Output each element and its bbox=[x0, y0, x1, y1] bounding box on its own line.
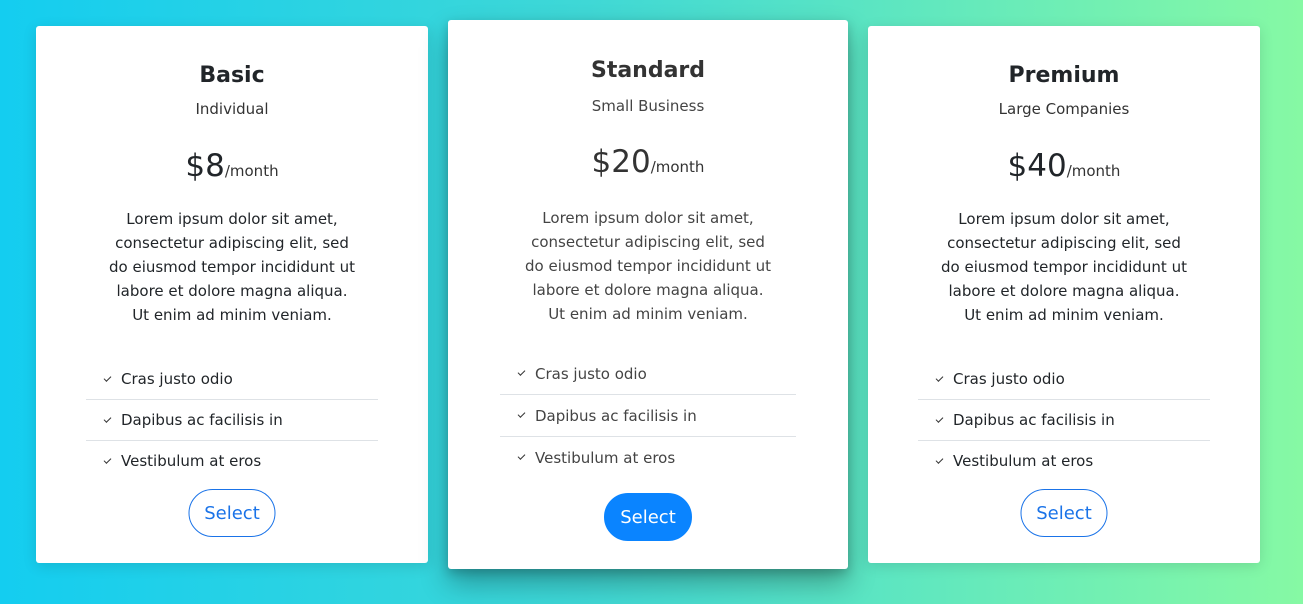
feature-label: Dapibus ac facilisis in bbox=[953, 411, 1115, 429]
price-amount: $20 bbox=[591, 144, 651, 180]
feature-item: Dapibus ac facilisis in bbox=[86, 400, 378, 441]
plan-subtitle: Small Business bbox=[591, 97, 705, 115]
pricing-card-standard: Standard Small Business $20/month Lorem … bbox=[448, 20, 848, 569]
plan-description: Lorem ipsum dolor sit amet, consectetur … bbox=[109, 210, 355, 324]
price-period: /month bbox=[224, 162, 279, 180]
feature-list: Cras justo odio Dapibus ac facilisis in … bbox=[86, 359, 378, 481]
feature-label: Cras justo odio bbox=[953, 370, 1065, 388]
plan-subtitle: Individual bbox=[195, 100, 269, 118]
select-premium-button[interactable]: Select bbox=[1020, 489, 1108, 537]
feature-label: Vestibulum at eros bbox=[953, 452, 1094, 470]
plan-price: $20/month bbox=[448, 142, 848, 187]
pricing-card-basic: Basic Individual $8/month Lorem ipsum do… bbox=[36, 26, 428, 563]
feature-item: Cras justo odio bbox=[500, 353, 796, 395]
plan-name: Premium bbox=[1008, 63, 1120, 88]
check-icon bbox=[935, 414, 944, 423]
price-amount: $8 bbox=[185, 148, 225, 184]
plan-subtitle: Large Companies bbox=[998, 100, 1130, 118]
feature-item: Dapibus ac facilisis in bbox=[500, 395, 796, 437]
check-icon bbox=[935, 455, 944, 464]
feature-label: Vestibulum at eros bbox=[535, 448, 676, 467]
price-amount: $40 bbox=[1007, 148, 1067, 184]
select-standard-button[interactable]: Select bbox=[604, 493, 692, 541]
feature-label: Dapibus ac facilisis in bbox=[535, 406, 697, 425]
check-icon bbox=[517, 452, 526, 460]
plan-description: Lorem ipsum dolor sit amet, consectetur … bbox=[525, 209, 771, 323]
feature-label: Cras justo odio bbox=[535, 364, 647, 383]
plan-description: Lorem ipsum dolor sit amet, consectetur … bbox=[941, 210, 1187, 324]
feature-item: Vestibulum at eros bbox=[918, 441, 1210, 481]
feature-item: Cras justo odio bbox=[918, 359, 1210, 400]
feature-list: Cras justo odio Dapibus ac facilisis in … bbox=[918, 359, 1210, 481]
feature-label: Vestibulum at eros bbox=[121, 452, 262, 470]
feature-item: Vestibulum at eros bbox=[86, 441, 378, 481]
check-icon bbox=[935, 373, 944, 382]
plan-price: $8/month bbox=[36, 146, 428, 191]
feature-item: Cras justo odio bbox=[86, 359, 378, 400]
check-icon bbox=[103, 414, 112, 423]
plan-name: Basic bbox=[199, 63, 265, 88]
price-period: /month bbox=[1066, 162, 1121, 180]
plan-name: Standard bbox=[590, 58, 706, 83]
select-basic-button[interactable]: Select bbox=[188, 489, 276, 537]
price-period: /month bbox=[650, 158, 705, 176]
feature-item: Vestibulum at eros bbox=[500, 437, 796, 478]
feature-label: Dapibus ac facilisis in bbox=[121, 411, 283, 429]
plan-price: $40/month bbox=[868, 146, 1260, 191]
feature-list: Cras justo odio Dapibus ac facilisis in … bbox=[500, 353, 796, 478]
feature-item: Dapibus ac facilisis in bbox=[918, 400, 1210, 441]
feature-label: Cras justo odio bbox=[121, 370, 233, 388]
check-icon bbox=[517, 410, 526, 418]
check-icon bbox=[103, 455, 112, 464]
check-icon bbox=[517, 368, 526, 376]
check-icon bbox=[103, 373, 112, 382]
pricing-card-premium: Premium Large Companies $40/month Lorem … bbox=[868, 26, 1260, 563]
